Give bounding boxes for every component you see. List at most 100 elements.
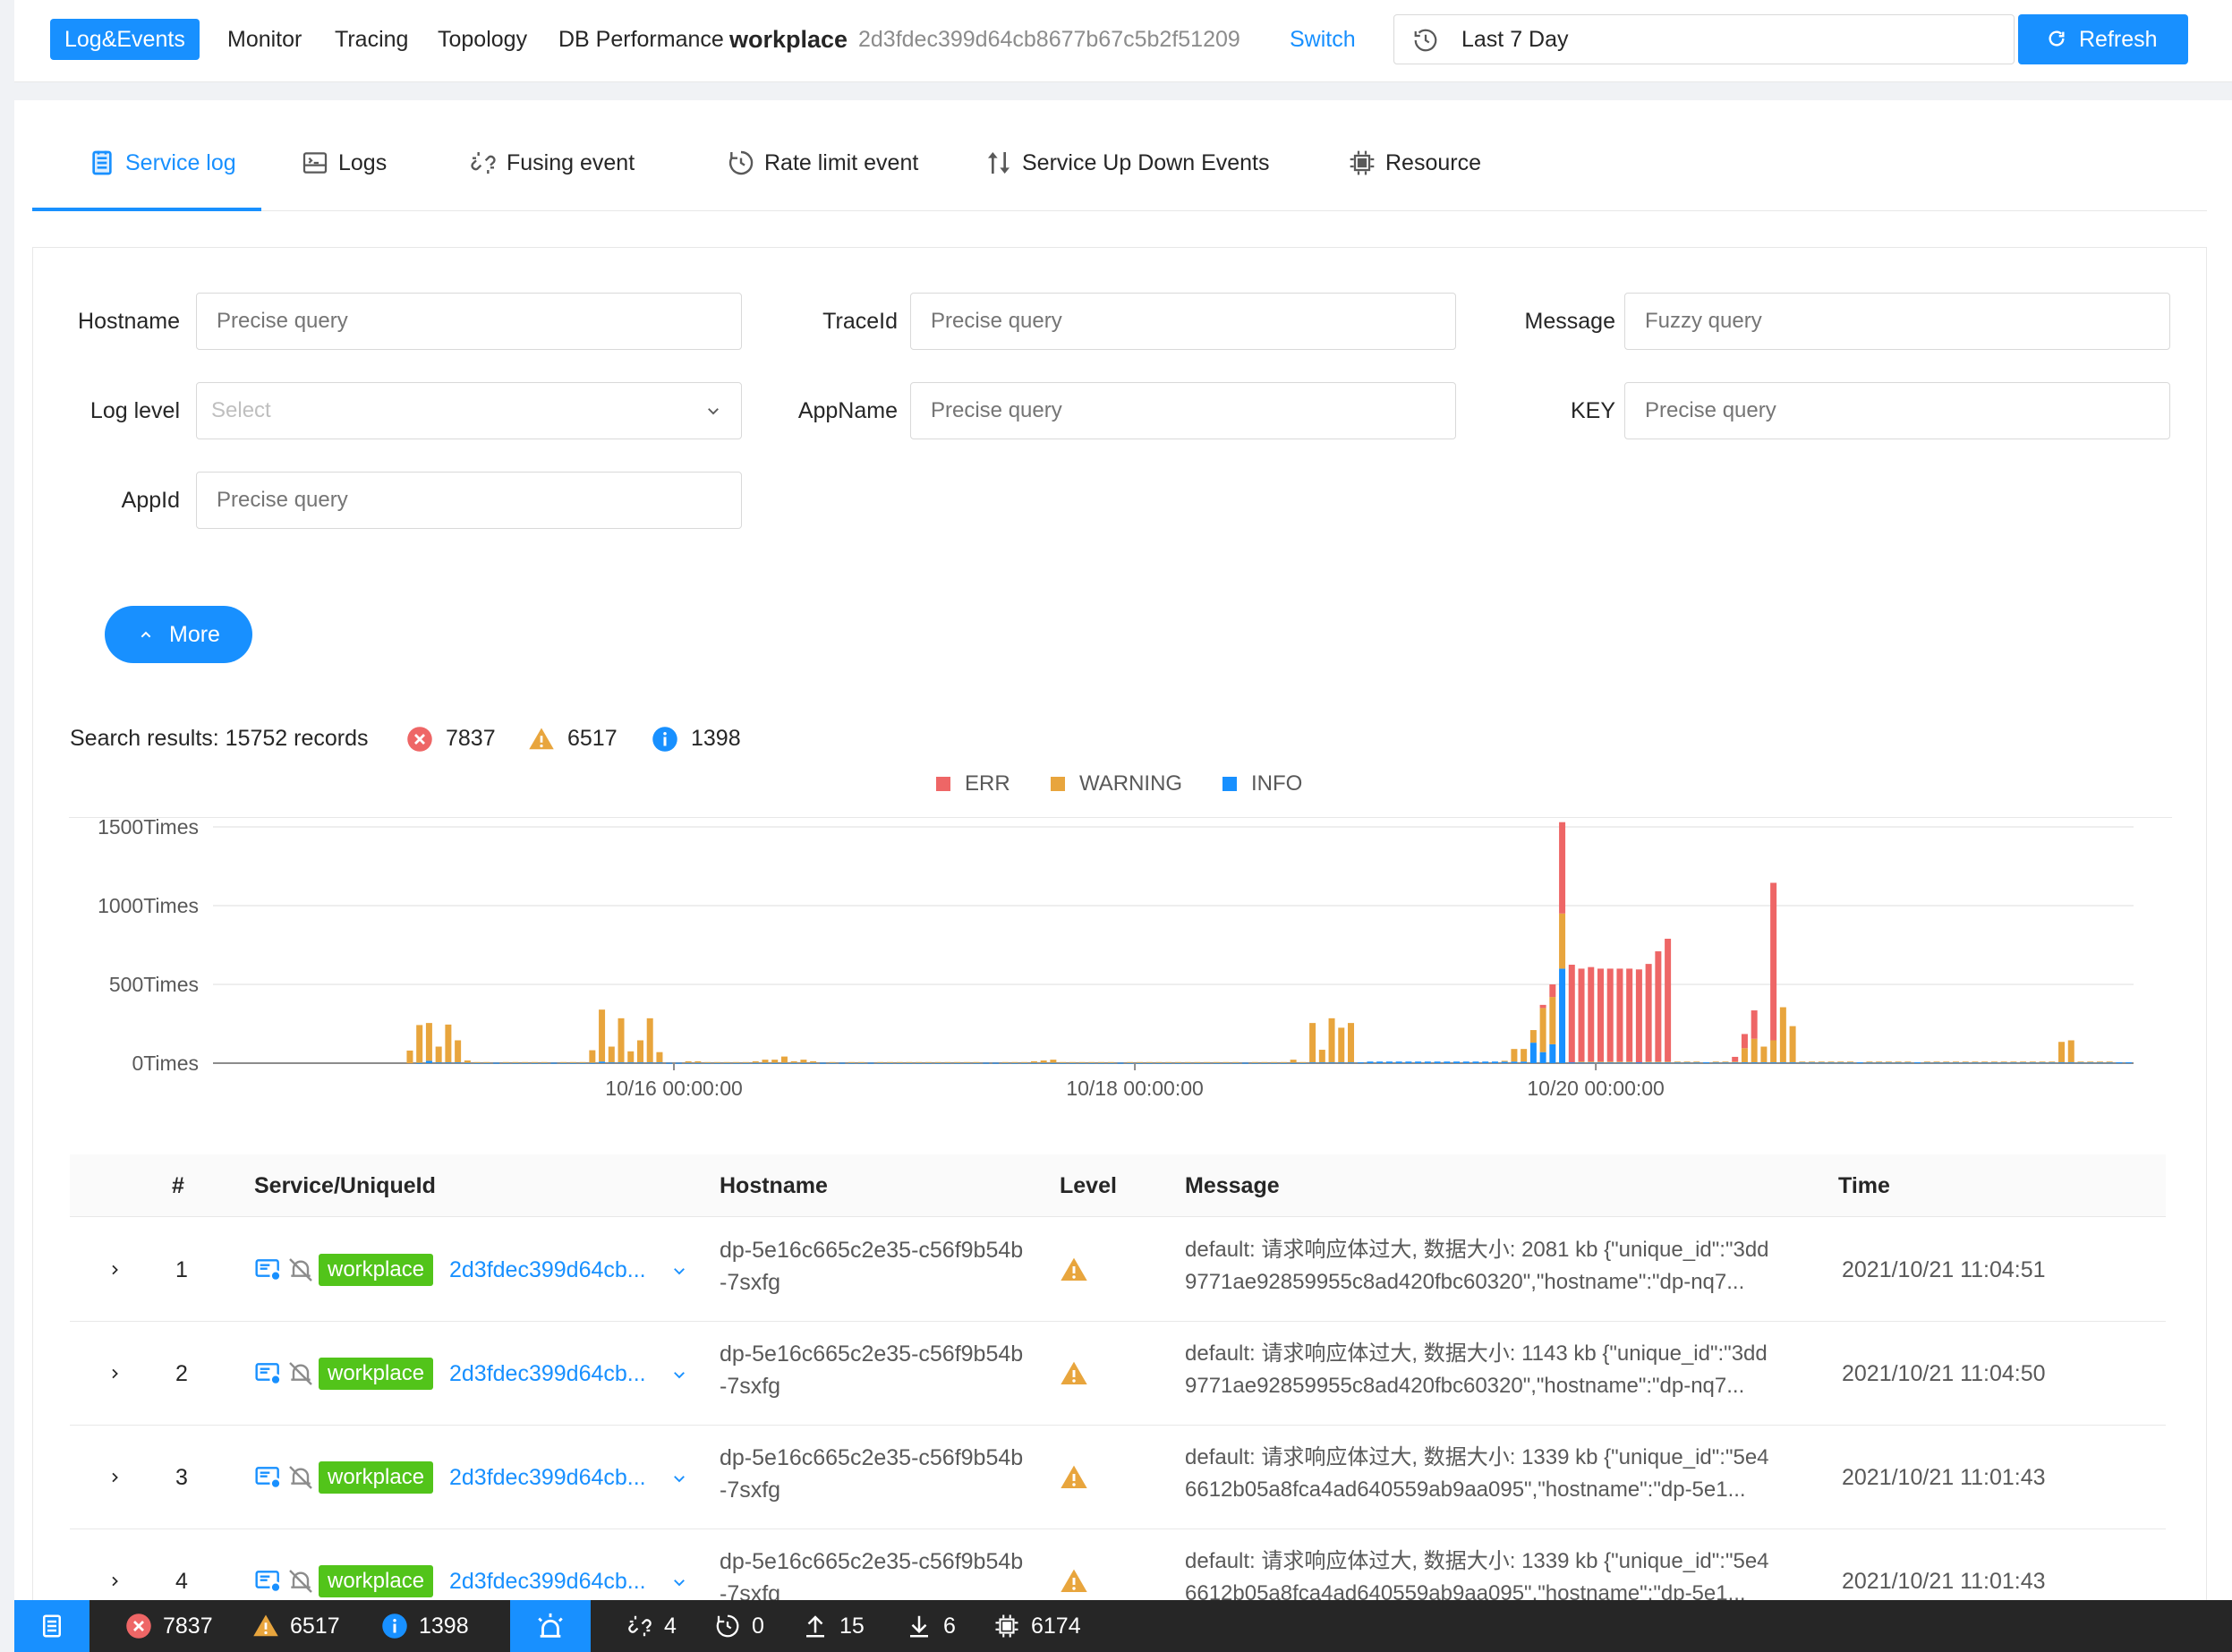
bar-info[interactable] [1453, 1061, 1461, 1063]
service-tag[interactable]: workplace [319, 1461, 434, 1494]
bar-info[interactable] [1155, 1062, 1163, 1064]
bar-info[interactable] [1405, 1061, 1412, 1063]
bar-warning[interactable] [704, 1061, 711, 1063]
bar-info[interactable] [2039, 1062, 2046, 1064]
bar-info[interactable] [618, 1062, 625, 1064]
bar-warning[interactable] [2039, 1061, 2046, 1063]
bar-info[interactable] [2000, 1062, 2007, 1064]
bar-warning[interactable] [1616, 1061, 1623, 1063]
bar-info[interactable] [1549, 1043, 1556, 1063]
bar-info[interactable] [1866, 1062, 1873, 1064]
bar-warning[interactable] [1837, 1061, 1844, 1063]
bar-info[interactable] [944, 1062, 951, 1064]
bar-info[interactable] [2106, 1062, 2113, 1064]
bar-info[interactable] [2126, 1062, 2133, 1064]
bar-info[interactable] [1222, 1062, 1230, 1064]
bar-info[interactable] [1204, 1062, 1211, 1064]
bar-warning[interactable] [1136, 1061, 1143, 1063]
bar-warning[interactable] [445, 1024, 452, 1063]
bar-info[interactable] [1395, 1061, 1402, 1063]
bar-info[interactable] [1588, 1062, 1595, 1064]
bar-info[interactable] [1040, 1062, 1047, 1064]
bar-warning[interactable] [1799, 1061, 1806, 1063]
bar-info[interactable] [780, 1062, 788, 1064]
bar-warning[interactable] [1078, 1061, 1086, 1063]
bar-info[interactable] [1194, 1062, 1201, 1064]
bar-info[interactable] [1107, 1062, 1114, 1064]
bar-info[interactable] [704, 1062, 711, 1064]
bar-warning[interactable] [1050, 1060, 1057, 1063]
bar-info[interactable] [1030, 1062, 1037, 1064]
bar-info[interactable] [963, 1062, 970, 1064]
bar-info[interactable] [1952, 1062, 1959, 1064]
bar-warning[interactable] [2077, 1061, 2084, 1063]
bar-warning[interactable] [1990, 1061, 1998, 1063]
bar-info[interactable] [733, 1062, 740, 1064]
bar-warning[interactable] [733, 1061, 740, 1063]
bar-warning[interactable] [1011, 1061, 1018, 1063]
bar-warning[interactable] [1962, 1061, 1969, 1063]
bar-info[interactable] [790, 1062, 797, 1064]
bar-warning[interactable] [1578, 1061, 1585, 1063]
bar-warning[interactable] [1040, 1060, 1047, 1063]
bar-info[interactable] [2010, 1062, 2017, 1064]
bar-warning[interactable] [857, 1061, 865, 1063]
bar-info[interactable] [512, 1062, 519, 1064]
bar-info[interactable] [1482, 1061, 1489, 1063]
bar-info[interactable] [627, 1062, 635, 1064]
bar-info[interactable] [1885, 1062, 1892, 1064]
expand-row-icon[interactable] [107, 1367, 122, 1381]
bar-warning[interactable] [771, 1060, 779, 1063]
bar-err[interactable] [1626, 968, 1633, 1062]
bar-info[interactable] [599, 1061, 606, 1063]
bar-info[interactable] [924, 1062, 932, 1064]
bar-warning[interactable] [1818, 1061, 1825, 1063]
bar-warning[interactable] [1597, 1061, 1604, 1063]
bar-warning[interactable] [2096, 1061, 2103, 1063]
bar-warning[interactable] [896, 1061, 903, 1063]
bar-info[interactable] [857, 1062, 865, 1064]
bar-err[interactable] [1588, 967, 1595, 1062]
bar-info[interactable] [1136, 1062, 1143, 1064]
bar-warning[interactable] [1030, 1060, 1037, 1063]
bar-info[interactable] [1981, 1062, 1989, 1064]
bar-warning[interactable] [1280, 1061, 1287, 1063]
bar-info[interactable] [1789, 1062, 1796, 1064]
bar-info[interactable] [473, 1062, 481, 1064]
bar-warning[interactable] [2049, 1061, 2056, 1063]
bar-err[interactable] [1741, 1034, 1748, 1049]
bar-err[interactable] [1635, 969, 1642, 1063]
bar-info[interactable] [2116, 1062, 2123, 1064]
bar-info[interactable] [1655, 1062, 1662, 1064]
bar-warning[interactable] [1021, 1061, 1028, 1063]
bar-info[interactable] [1127, 1062, 1134, 1064]
bar-info[interactable] [1626, 1062, 1633, 1064]
bar-info[interactable] [1184, 1062, 1191, 1064]
row-message[interactable]: default: 请求响应体过大, 数据大小: 1143 kb {"unique… [1185, 1338, 1811, 1402]
bar-warning[interactable] [886, 1061, 893, 1063]
bar-info[interactable] [1501, 1061, 1508, 1063]
bar-warning[interactable] [636, 1040, 643, 1063]
bar-warning[interactable] [906, 1061, 913, 1063]
bar-info[interactable] [694, 1062, 702, 1064]
bar-info[interactable] [589, 1062, 596, 1064]
bar-warning[interactable] [1204, 1061, 1211, 1063]
bar-err[interactable] [1665, 938, 1672, 1062]
bar-warning[interactable] [473, 1061, 481, 1063]
bar-info[interactable] [1972, 1062, 1979, 1064]
bar-info[interactable] [685, 1062, 692, 1064]
bar-warning[interactable] [713, 1061, 720, 1063]
bar-info[interactable] [916, 1062, 923, 1064]
bar-warning[interactable] [1069, 1061, 1076, 1063]
bar-warning[interactable] [483, 1061, 490, 1063]
row-message[interactable]: default: 请求响应体过大, 数据大小: 2081 kb {"unique… [1185, 1234, 1811, 1299]
bar-warning[interactable] [723, 1061, 730, 1063]
bar-warning[interactable] [560, 1061, 567, 1063]
bar-warning[interactable] [589, 1050, 596, 1063]
bar-info[interactable] [1827, 1062, 1835, 1064]
bar-warning[interactable] [1626, 1061, 1633, 1063]
unique-id-link[interactable]: 2d3fdec399d64cb... [449, 1565, 646, 1597]
bar-warning[interactable] [1146, 1061, 1153, 1063]
bar-info[interactable] [1491, 1061, 1498, 1063]
bar-info[interactable] [1529, 1043, 1537, 1063]
